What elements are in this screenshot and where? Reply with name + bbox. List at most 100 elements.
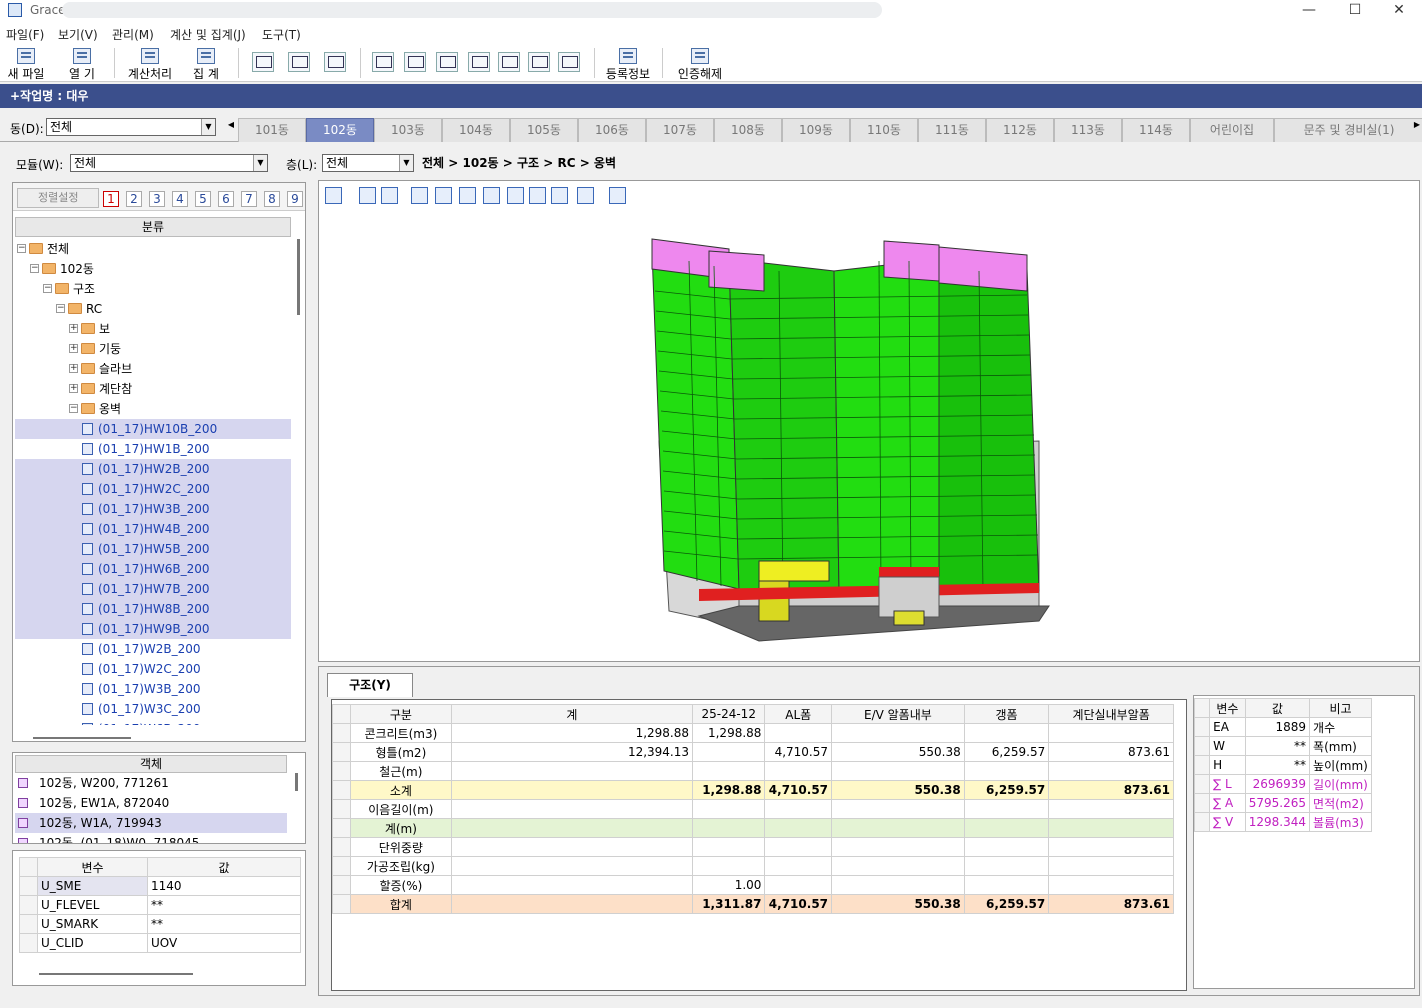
summary-row[interactable]: EA 1889 개수 [1193, 717, 1372, 737]
grid-row[interactable]: 단위중량 [331, 837, 1174, 857]
building-select[interactable]: 전체 ▼ [46, 118, 216, 136]
expand-icon[interactable]: + [69, 344, 78, 353]
view-box-icon[interactable] [551, 187, 568, 204]
tab-scroll-right-icon[interactable]: ▶ [1412, 118, 1422, 132]
grid-row[interactable]: 가공조립(kg) [331, 856, 1174, 876]
tree-leaf-item[interactable]: (01_17)W6B_200 [15, 719, 291, 725]
object-row[interactable]: 102동, W1A, 719943 [15, 813, 287, 833]
sort-level-2-button[interactable]: 2 [126, 191, 142, 207]
collapse-icon[interactable]: − [30, 264, 39, 273]
grid-row[interactable]: 할증(%) 1.00 [331, 875, 1174, 895]
sort-level-3-button[interactable]: 3 [149, 191, 165, 207]
tab-5[interactable]: 105동 [510, 118, 578, 142]
rotate-icon[interactable] [359, 187, 376, 204]
tree-folder-item[interactable]: + 슬라브 [15, 359, 291, 379]
registration-button[interactable]: 등록정보 [602, 46, 654, 81]
tree-scrollbar[interactable] [294, 239, 302, 725]
sort-settings-button[interactable]: 정렬설정 [17, 188, 99, 208]
object-row[interactable]: 102동, (01_18)W0, 718045 [15, 833, 287, 843]
tree-leaf-item[interactable]: (01_17)HW8B_200 [15, 599, 291, 619]
grid-column-header[interactable]: 계단실내부알폼 [1048, 704, 1174, 724]
summary-row[interactable]: W ** 폭(mm) [1193, 736, 1372, 756]
view-iso-icon[interactable] [529, 187, 546, 204]
variable-row[interactable]: U_SMARK ** [19, 914, 301, 934]
add-view-icon[interactable] [325, 187, 342, 204]
object-row[interactable]: 102동, EW1A, 872040 [15, 793, 287, 813]
zoom-window-icon[interactable] [252, 52, 274, 72]
new-file-button[interactable]: 새 파일 [4, 46, 48, 81]
menu-tools[interactable]: 도구(T) [262, 26, 301, 43]
expand-icon[interactable]: + [69, 384, 78, 393]
select-icon[interactable] [381, 187, 398, 204]
grid-column-header[interactable]: E/V 알폼내부 [831, 704, 965, 724]
tree-leaf-item[interactable]: (01_17)HW1B_200 [15, 439, 291, 459]
tab-13[interactable]: 113동 [1054, 118, 1122, 142]
tab-14[interactable]: 114동 [1122, 118, 1190, 142]
menu-file[interactable]: 파일(F) [6, 26, 44, 43]
tree-leaf-item[interactable]: (01_17)W2B_200 [15, 639, 291, 659]
maximize-button[interactable]: ☐ [1332, 0, 1378, 22]
grid-row[interactable]: 합계 1,311.87 4,710.57 550.38 6,259.57 873.61 [331, 894, 1174, 914]
variable-value[interactable]: ** [147, 914, 301, 934]
variable-row[interactable]: U_CLID UOV [19, 933, 301, 953]
view-right-icon[interactable] [483, 187, 500, 204]
zoom-in-icon[interactable] [288, 52, 310, 72]
sort-level-7-button[interactable]: 7 [241, 191, 257, 207]
collapse-icon[interactable]: − [17, 244, 26, 253]
list-icon[interactable] [577, 187, 594, 204]
grid-row[interactable]: 계(m) [331, 818, 1174, 838]
layout-3-icon[interactable] [436, 52, 458, 72]
tree-folder-item[interactable]: − 구조 [15, 279, 291, 299]
tree-leaf-item[interactable]: (01_17)W3B_200 [15, 679, 291, 699]
summary-row[interactable]: ∑ A 5795.265 면적(m2) [1193, 793, 1372, 813]
variable-value[interactable]: UOV [147, 933, 301, 953]
menu-calc[interactable]: 계산 및 집계(J) [170, 26, 246, 43]
view-left-icon[interactable] [459, 187, 476, 204]
floor-select[interactable]: 전체 ▼ [322, 154, 414, 172]
sort-level-5-button[interactable]: 5 [195, 191, 211, 207]
variables-hscroll-thumb[interactable] [39, 973, 193, 975]
grid-column-header[interactable]: 구분 [350, 704, 452, 724]
grid-column-header[interactable]: 갱폼 [963, 704, 1050, 724]
tree-leaf-item[interactable]: (01_17)HW4B_200 [15, 519, 291, 539]
grid-column-header[interactable]: AL폼 [764, 704, 833, 724]
tree-leaf-item[interactable]: (01_17)HW9B_200 [15, 619, 291, 639]
tab-11[interactable]: 111동 [918, 118, 986, 142]
tab-15[interactable]: 어린이집 [1190, 118, 1274, 142]
summary-row[interactable]: ∑ L 2696939 길이(mm) [1193, 774, 1372, 794]
layout-6-icon[interactable] [558, 52, 580, 72]
tree-folder-item[interactable]: − 전체 [15, 239, 291, 259]
aggregate-button[interactable]: 집 계 [184, 46, 228, 81]
model-select[interactable]: 전체 ▼ [70, 154, 268, 172]
tree-leaf-item[interactable]: (01_17)HW3B_200 [15, 499, 291, 519]
grid-row[interactable]: 철근(m) [331, 761, 1174, 781]
tab-1[interactable]: 101동 [238, 118, 306, 142]
tree-hscroll-thumb[interactable] [33, 737, 131, 739]
open-button[interactable]: 열 기 [60, 46, 104, 81]
tree-leaf-item[interactable]: (01_17)HW10B_200 [15, 419, 291, 439]
tree-leaf-item[interactable]: (01_17)W2C_200 [15, 659, 291, 679]
summary-row[interactable]: H ** 높이(mm) [1193, 755, 1372, 775]
calculate-button[interactable]: 계산처리 [122, 46, 178, 81]
menu-manage[interactable]: 관리(M) [112, 26, 154, 43]
variable-value[interactable]: 1140 [147, 876, 301, 896]
tab-9[interactable]: 109동 [782, 118, 850, 142]
sort-level-6-button[interactable]: 6 [218, 191, 234, 207]
tree-folder-item[interactable]: − 옹벽 [15, 399, 291, 419]
collapse-icon[interactable]: − [69, 404, 78, 413]
tab-12[interactable]: 112동 [986, 118, 1054, 142]
sort-level-8-button[interactable]: 8 [264, 191, 280, 207]
minimize-button[interactable]: — [1286, 0, 1332, 22]
object-row[interactable]: 102동, W200, 771261 [15, 773, 287, 793]
tree-leaf-item[interactable]: (01_17)HW2C_200 [15, 479, 291, 499]
unlock-button[interactable]: 인증해제 [674, 46, 726, 81]
expand-icon[interactable]: + [69, 364, 78, 373]
layout-1-icon[interactable] [372, 52, 394, 72]
tree-folder-item[interactable]: − 102동 [15, 259, 291, 279]
tab-6[interactable]: 106동 [578, 118, 646, 142]
tab-4[interactable]: 104동 [442, 118, 510, 142]
variable-row[interactable]: U_SME 1140 [19, 876, 301, 896]
layout-2-icon[interactable] [404, 52, 426, 72]
variable-value[interactable]: ** [147, 895, 301, 915]
tab-scroll-left-icon[interactable]: ◀ [226, 118, 236, 132]
